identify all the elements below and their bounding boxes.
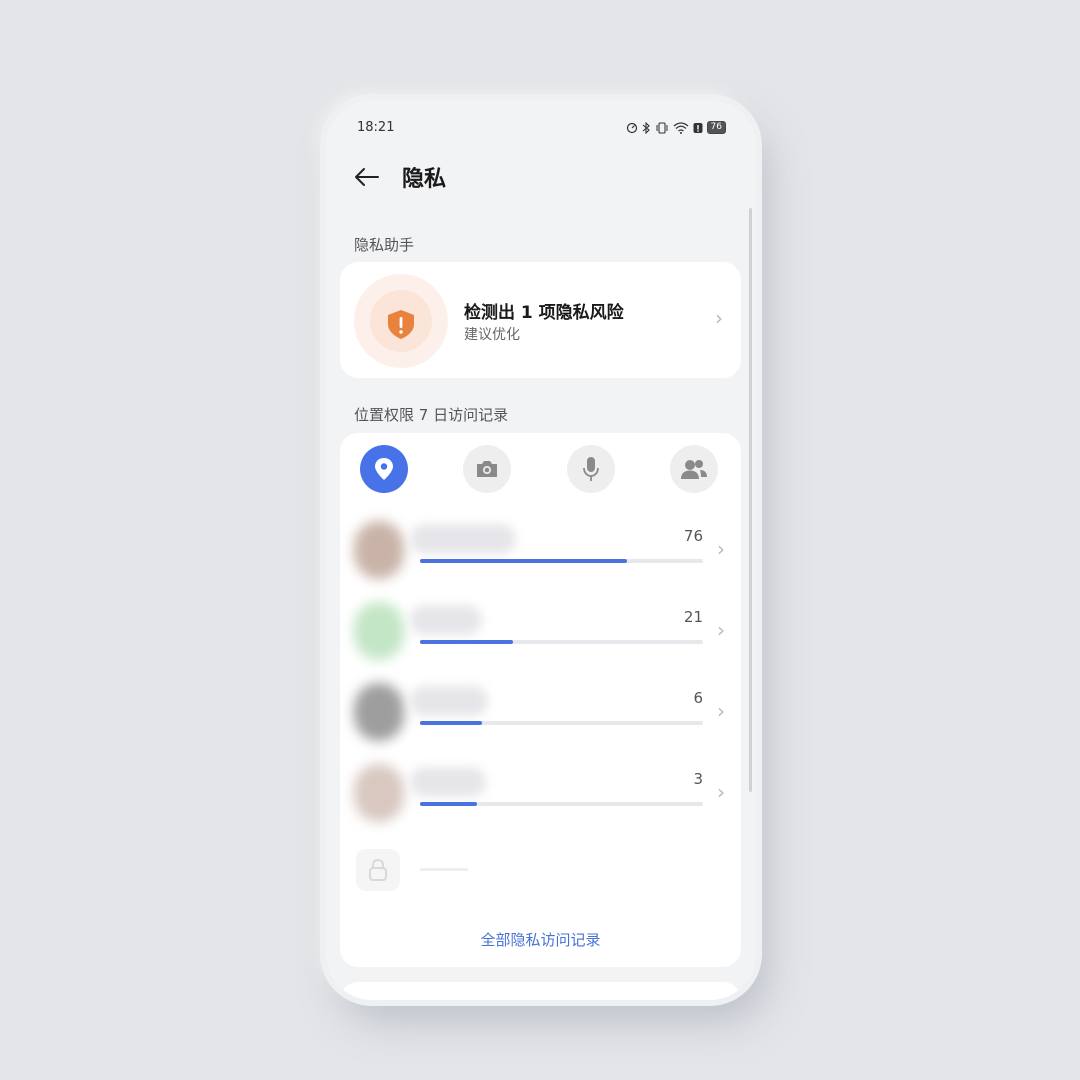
chevron-right-icon: › [715,306,723,330]
usage-bar [420,802,703,806]
lock-icon [356,849,400,891]
contacts-icon [681,460,707,479]
privacy-assistant-label: 隐私助手 [354,236,415,254]
warning-shield-icon [388,310,414,339]
usage-bar-fill [420,721,483,725]
app-name [410,524,516,554]
risk-title: 检测出 1 项隐私风险 [464,303,624,323]
app-icon [354,764,404,822]
shield-halo [354,274,448,368]
app-icon [354,602,404,660]
phone-screen: 18:21 76 隐私 隐私助手 检测出 1 项隐私风险 建议优化 › 位置权限… [326,100,756,1000]
app-icon [354,521,404,579]
status-time: 18:21 [357,120,395,135]
usage-bar-fill [420,640,514,644]
usage-bar [420,721,703,725]
usage-bar-fill [420,802,477,806]
tab-contacts[interactable] [670,445,718,493]
chevron-right-icon: › [717,537,725,561]
app-icon [354,683,404,741]
access-count: 76 [683,527,703,545]
app-name [410,686,488,716]
alert-icon [693,122,703,133]
bluetooth-icon [642,121,650,134]
next-section-card [340,982,741,1000]
app-row[interactable]: 3 › [340,762,741,832]
app-row[interactable]: 6 › [340,681,741,751]
permission-log-label: 位置权限 7 日访问记录 [354,406,509,424]
app-name [410,767,486,797]
status-bar: 18:21 76 [357,120,726,136]
speed-icon [626,122,637,133]
usage-bar [420,559,703,563]
usage-bar-fill [420,559,627,563]
tab-microphone[interactable] [567,445,615,493]
tab-camera[interactable] [463,445,511,493]
access-count: 21 [683,608,703,626]
app-row[interactable]: 21 › [340,600,741,670]
all-privacy-records-link[interactable]: 全部隐私访问记录 [340,929,741,950]
tab-location[interactable] [360,445,408,493]
microphone-icon [583,457,599,481]
chevron-right-icon: › [717,618,725,642]
usage-bar [420,640,703,644]
chevron-right-icon: › [717,780,725,804]
placeholder-line [420,868,468,871]
camera-icon [477,461,497,477]
vibrate-icon [656,121,668,134]
wifi-icon [673,121,688,134]
access-count: 6 [693,689,703,707]
risk-subtitle: 建议优化 [464,327,520,343]
privacy-risk-card[interactable]: 检测出 1 项隐私风险 建议优化 › [340,262,741,378]
battery-indicator: 76 [706,121,726,134]
status-icons: 76 [626,121,726,134]
app-row[interactable]: 76 › [340,519,741,589]
back-arrow-icon[interactable] [354,164,380,190]
access-count: 3 [693,770,703,788]
page-header: 隐私 [354,160,446,194]
page-title: 隐私 [402,167,447,192]
scrollbar[interactable] [749,208,752,792]
app-name [410,605,482,635]
permission-log-card: 76 › 21 › 6 › 3 › 全部隐私访问记录 [340,433,741,967]
chevron-right-icon: › [717,699,725,723]
location-icon [375,458,393,480]
